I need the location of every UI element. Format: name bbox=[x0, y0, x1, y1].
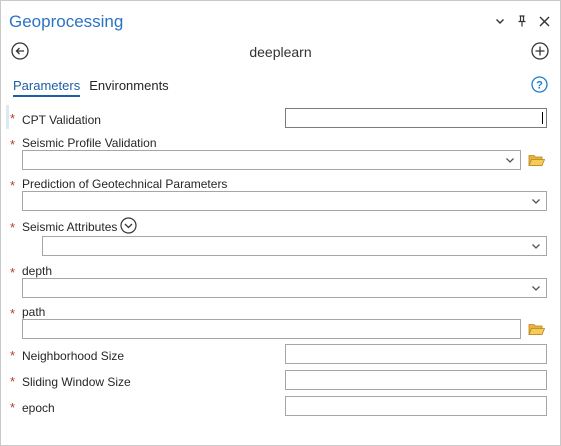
sliding-window-size-label: Sliding Window Size bbox=[22, 375, 131, 389]
required-icon: * bbox=[10, 306, 16, 321]
help-icon: ? bbox=[531, 76, 548, 93]
seismic-profile-validation-label: Seismic Profile Validation bbox=[22, 136, 157, 150]
text-cursor bbox=[542, 112, 543, 124]
required-icon: * bbox=[10, 111, 16, 126]
chevron-down-icon bbox=[532, 199, 540, 204]
cpt-validation-input[interactable] bbox=[285, 108, 547, 128]
geoprocessing-pane: Geoprocessing deeplearn Parameters Envir… bbox=[0, 0, 561, 446]
depth-label: depth bbox=[22, 264, 53, 278]
epoch-label: epoch bbox=[22, 401, 55, 415]
prediction-geotech-dropdown[interactable] bbox=[22, 191, 547, 211]
pin-icon[interactable] bbox=[516, 15, 528, 27]
help-button[interactable]: ? bbox=[531, 76, 548, 93]
selected-row-marker bbox=[6, 105, 9, 129]
seismic-profile-validation-dropdown[interactable] bbox=[22, 150, 521, 170]
tab-environments[interactable]: Environments bbox=[89, 78, 168, 97]
required-icon: * bbox=[10, 220, 16, 235]
cpt-validation-label: CPT Validation bbox=[22, 113, 101, 127]
required-icon: * bbox=[10, 178, 16, 193]
seismic-attributes-dropdown[interactable] bbox=[42, 236, 547, 256]
depth-dropdown[interactable] bbox=[22, 278, 547, 298]
pane-title: Geoprocessing bbox=[9, 12, 124, 31]
required-icon: * bbox=[10, 265, 16, 280]
required-icon: * bbox=[10, 400, 16, 415]
svg-text:?: ? bbox=[536, 80, 543, 92]
neighborhood-size-label: Neighborhood Size bbox=[22, 349, 125, 363]
close-icon[interactable] bbox=[538, 15, 550, 27]
sliding-window-size-input[interactable] bbox=[285, 370, 547, 390]
tab-bar: Parameters Environments bbox=[13, 78, 169, 97]
path-label: path bbox=[22, 305, 46, 319]
folder-icon[interactable] bbox=[528, 153, 545, 167]
required-icon: * bbox=[10, 374, 16, 389]
folder-icon[interactable] bbox=[528, 322, 545, 336]
add-button[interactable] bbox=[531, 42, 549, 60]
tab-parameters[interactable]: Parameters bbox=[13, 78, 81, 97]
chevron-down-icon bbox=[532, 244, 540, 249]
pane-titlebar-icons bbox=[494, 15, 550, 27]
neighborhood-size-input[interactable] bbox=[285, 344, 547, 364]
path-input[interactable] bbox=[22, 319, 521, 339]
seismic-attributes-label: Seismic Attributes bbox=[22, 220, 118, 234]
required-icon: * bbox=[10, 348, 16, 363]
required-icon: * bbox=[10, 137, 16, 152]
tool-name: deeplearn bbox=[249, 44, 312, 60]
plus-circle-icon bbox=[531, 42, 549, 60]
chevron-down-icon bbox=[506, 158, 514, 163]
expand-chevron-icon[interactable] bbox=[120, 217, 137, 234]
chevron-down-icon bbox=[532, 286, 540, 291]
prediction-geotech-label: Prediction of Geotechnical Parameters bbox=[22, 177, 228, 191]
epoch-input[interactable] bbox=[285, 396, 547, 416]
chevron-down-icon[interactable] bbox=[494, 15, 506, 27]
